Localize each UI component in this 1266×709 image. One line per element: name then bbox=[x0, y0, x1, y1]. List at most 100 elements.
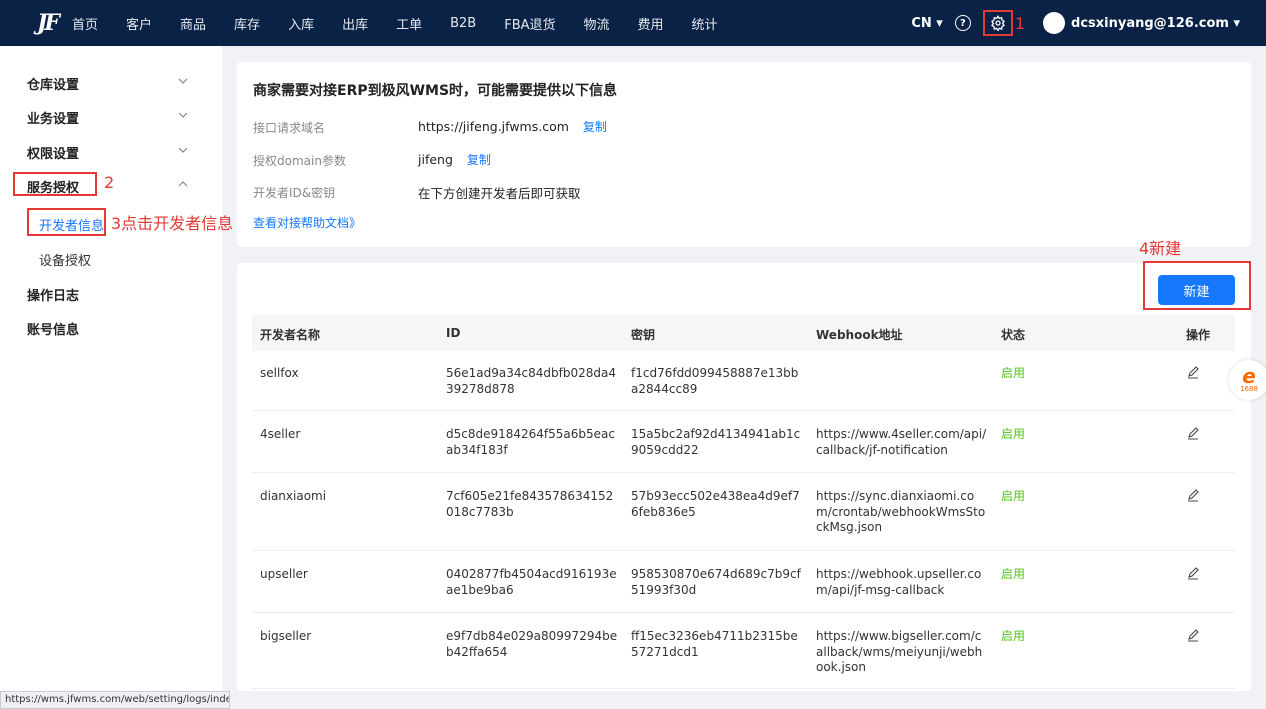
info-label-domain: 接口请求域名 bbox=[253, 121, 326, 135]
cell-webhook: https://webhook.upseller.com/api/jf-msg-… bbox=[816, 567, 982, 597]
nav-item[interactable]: FBA退货 bbox=[504, 14, 555, 33]
cell-status: 启用 bbox=[1001, 489, 1026, 503]
settings-button[interactable] bbox=[982, 10, 1013, 36]
nav-item[interactable]: 库存 bbox=[234, 14, 260, 33]
help-doc-link[interactable]: 查看对接帮助文档》 bbox=[253, 214, 361, 231]
cell-name: 4seller bbox=[260, 427, 301, 441]
info-title: 商家需要对接ERP到极风WMS时，可能需要提供以下信息 bbox=[253, 83, 618, 99]
cell-secret: ff15ec3236eb4711b2315be57271dcd1 bbox=[631, 629, 798, 659]
nav-menu: 首页 客户 商品 库存 入库 出库 工单 B2B FBA退货 物流 费用 统计 bbox=[72, 14, 746, 33]
annotation-1: 1 bbox=[1014, 13, 1026, 33]
sidebar-subitem-developer-info[interactable]: 开发者信息 bbox=[39, 215, 104, 234]
integration-info-card: 商家需要对接ERP到极风WMS时，可能需要提供以下信息 接口请求域名 https… bbox=[237, 62, 1251, 247]
table-header: 开发者名称 ID 密钥 Webhook地址 状态 操作 bbox=[252, 315, 1235, 351]
table-row: bigseller e9f7db84e029a80997294beb42ffa65… bbox=[252, 613, 1235, 689]
cell-webhook: https://www.4seller.com/api/callback/jf-… bbox=[816, 427, 987, 457]
th-secret: 密钥 bbox=[631, 328, 656, 342]
cell-status: 启用 bbox=[1001, 567, 1026, 581]
nav-item[interactable]: 首页 bbox=[72, 14, 98, 33]
help-icon[interactable]: ? bbox=[954, 15, 971, 31]
table-row: 4seller d5c8de9184264f55a6b5eacab34f183f 1… bbox=[252, 411, 1235, 473]
nav-item[interactable]: 统计 bbox=[692, 14, 718, 33]
cell-status: 启用 bbox=[1001, 427, 1026, 441]
sidebar-item-warehouse-settings[interactable]: 仓库设置 bbox=[27, 74, 79, 93]
status-bar-url: https://wms.jfwms.com/web/setting/logs/i… bbox=[0, 691, 230, 709]
sidebar-item-service-auth[interactable]: 服务授权 bbox=[27, 177, 79, 196]
th-name: 开发者名称 bbox=[260, 328, 321, 342]
cell-id: 7cf605e21fe843578634152018c7783b bbox=[446, 489, 614, 519]
nav-item[interactable]: 出库 bbox=[342, 14, 368, 33]
info-value-dev-id: 在下方创建开发者后即可获取 bbox=[418, 186, 581, 201]
sidebar-item-business-settings[interactable]: 业务设置 bbox=[27, 108, 79, 127]
domain-param-value: jifeng bbox=[418, 152, 453, 167]
th-webhook: Webhook地址 bbox=[816, 328, 903, 342]
th-status: 状态 bbox=[1001, 328, 1026, 342]
chevron-down-icon[interactable] bbox=[178, 110, 188, 120]
cell-status: 启用 bbox=[1001, 366, 1026, 380]
sidebar: 仓库设置 业务设置 权限设置 服务授权 2 开发者信息 3点击开发者信息 设备授… bbox=[0, 46, 233, 709]
nav-item[interactable]: 物流 bbox=[584, 14, 610, 33]
annotation-3: 3点击开发者信息 bbox=[111, 214, 234, 233]
cell-secret: 958530870e674d689c7b9cf51993f30d bbox=[631, 567, 801, 597]
language-selector[interactable]: CN ▾ bbox=[911, 16, 942, 31]
cell-secret: 57b93ecc502e438ea4d9ef76feb836e5 bbox=[631, 489, 800, 519]
nav-item[interactable]: 工单 bbox=[396, 14, 422, 33]
edit-icon[interactable] bbox=[1186, 567, 1200, 581]
th-actions: 操作 bbox=[1186, 328, 1211, 342]
edit-icon[interactable] bbox=[1186, 427, 1200, 441]
logo[interactable]: JF bbox=[26, 0, 68, 46]
1688-badge-text: 1688 bbox=[1240, 385, 1258, 393]
cell-id: 0402877fb4504acd916193eae1be9ba6 bbox=[446, 567, 617, 597]
user-menu[interactable]: dcsxinyang@126.com ▾ bbox=[1071, 16, 1240, 31]
nav-right: CN ▾ ? 1 dcsxinyang@126.com ▾ bbox=[911, 0, 1266, 46]
annotation-2: 2 bbox=[104, 173, 115, 192]
copy-domain-param-button[interactable]: 复制 bbox=[467, 153, 491, 167]
chevron-down-icon[interactable] bbox=[178, 76, 188, 86]
copy-domain-button[interactable]: 复制 bbox=[583, 120, 607, 134]
info-label-domain-param: 授权domain参数 bbox=[253, 154, 346, 168]
cell-name: dianxiaomi bbox=[260, 489, 327, 503]
annotation-4: 4新建 bbox=[1139, 239, 1182, 258]
domain-value: https://jifeng.jfwms.com bbox=[418, 119, 569, 134]
table-row: upseller 0402877fb4504acd916193eae1be9ba6… bbox=[252, 551, 1235, 613]
cell-secret: f1cd76fdd099458887e13bba2844cc89 bbox=[631, 366, 799, 396]
sidebar-item-account-info[interactable]: 账号信息 bbox=[27, 319, 79, 338]
cell-name: bigseller bbox=[260, 629, 312, 643]
developer-table-card: 新建 开发者名称 ID 密钥 Webhook地址 状态 操作 sellfox 56… bbox=[237, 261, 1251, 691]
top-nav: JF 首页 客户 商品 库存 入库 出库 工单 B2B FBA退货 物流 费用 统计 CN ▾ ? 1… bbox=[0, 0, 1266, 46]
cell-id: 56e1ad9a34c84dbfb028da439278d878 bbox=[446, 366, 616, 396]
cell-name: upseller bbox=[260, 567, 308, 581]
1688-logo-icon: e bbox=[1242, 364, 1256, 388]
gear-icon bbox=[990, 15, 1005, 31]
cell-webhook: https://sync.dianxiaomi.com/crontab/webh… bbox=[816, 489, 986, 534]
nav-item[interactable]: 客户 bbox=[126, 14, 152, 33]
edit-icon[interactable] bbox=[1186, 629, 1200, 643]
info-value-domain-param: jifeng 复制 bbox=[418, 151, 491, 168]
sidebar-item-operation-logs[interactable]: 操作日志 bbox=[27, 285, 79, 304]
info-label-dev-id: 开发者ID&密钥 bbox=[253, 186, 336, 200]
cell-id: d5c8de9184264f55a6b5eacab34f183f bbox=[446, 427, 615, 457]
avatar[interactable] bbox=[1043, 12, 1066, 34]
nav-item[interactable]: B2B bbox=[450, 16, 476, 31]
nav-item[interactable]: 商品 bbox=[180, 14, 206, 33]
edit-icon[interactable] bbox=[1186, 366, 1200, 380]
table-row: sellfox 56e1ad9a34c84dbfb028da439278d878 f… bbox=[252, 350, 1235, 411]
info-value-domain: https://jifeng.jfwms.com 复制 bbox=[418, 118, 607, 135]
cell-status: 启用 bbox=[1001, 629, 1026, 643]
sidebar-subitem-device-auth[interactable]: 设备授权 bbox=[39, 250, 91, 269]
sidebar-item-permission-settings[interactable]: 权限设置 bbox=[27, 143, 79, 162]
table-row: dianxiaomi 7cf605e21fe843578634152018c778… bbox=[252, 473, 1235, 551]
cell-secret: 15a5bc2af92d4134941ab1c9059cdd22 bbox=[631, 427, 801, 457]
cell-webhook: https://www.bigseller.com/callback/wms/m… bbox=[816, 629, 983, 674]
new-developer-button[interactable]: 新建 bbox=[1158, 275, 1235, 305]
nav-item[interactable]: 费用 bbox=[638, 14, 664, 33]
logo-text: JF bbox=[36, 10, 60, 36]
chevron-down-icon[interactable] bbox=[178, 145, 188, 155]
nav-item[interactable]: 入库 bbox=[288, 14, 314, 33]
1688-float-badge[interactable]: e 1688 bbox=[1229, 360, 1266, 400]
edit-icon[interactable] bbox=[1186, 489, 1200, 503]
th-id: ID bbox=[446, 326, 461, 340]
chevron-up-icon[interactable] bbox=[178, 179, 188, 189]
cell-name: sellfox bbox=[260, 366, 299, 380]
cell-id: e9f7db84e029a80997294beb42ffa654 bbox=[446, 629, 618, 659]
